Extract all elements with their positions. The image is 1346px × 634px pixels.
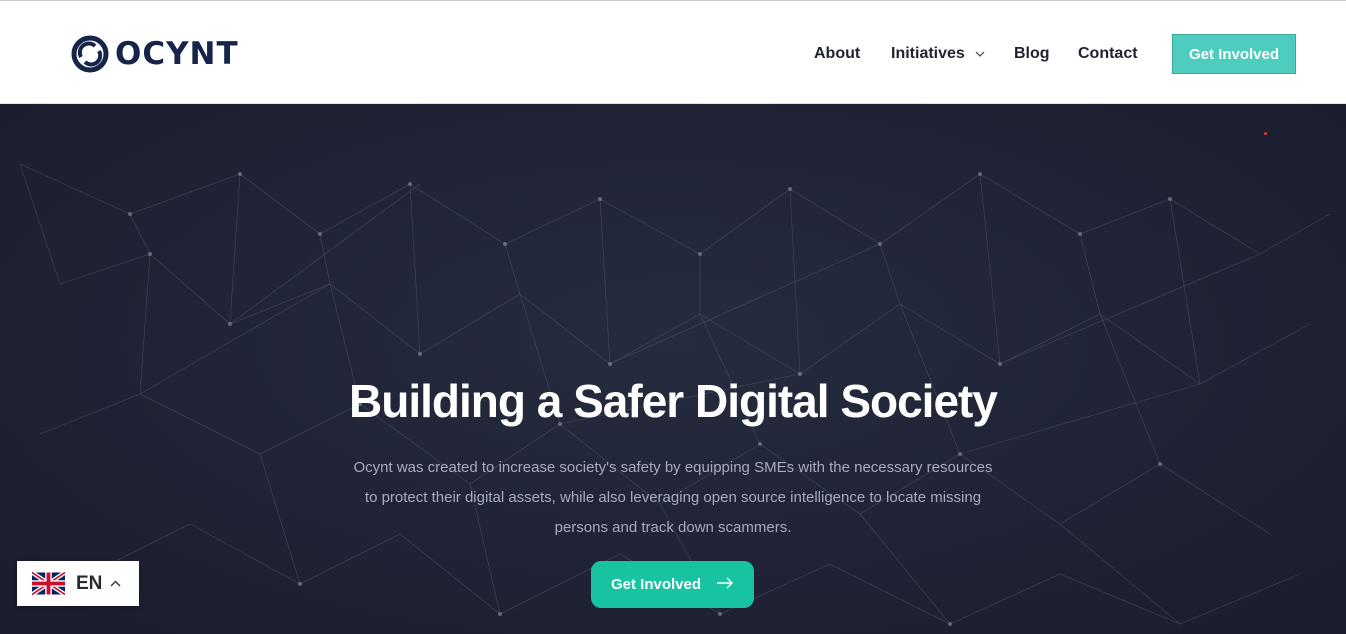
nav-item-about[interactable]: About <box>814 45 860 63</box>
chevron-down-icon <box>975 51 985 57</box>
nav-item-blog[interactable]: Blog <box>1014 45 1050 63</box>
nav-item-initiatives[interactable]: Initiatives <box>891 45 985 63</box>
chevron-up-icon <box>110 580 121 587</box>
get-involved-hero-button[interactable]: Get Involved <box>591 561 754 608</box>
get-involved-header-button[interactable]: Get Involved <box>1172 34 1296 74</box>
ocynt-logo-icon <box>71 35 109 73</box>
brand-name: OCYNT <box>115 36 239 72</box>
nav-item-initiatives-label: Initiatives <box>891 45 965 62</box>
hero-description: Ocynt was created to increase society's … <box>353 459 993 536</box>
site-header: OCYNT About Initiatives Blog Contact Get… <box>0 1 1346 104</box>
world-network-map-background <box>19 163 1331 626</box>
logo[interactable]: OCYNT <box>71 34 239 74</box>
uk-flag-icon <box>32 572 65 595</box>
hero-title: Building a Safer Digital Society <box>349 375 998 427</box>
language-switcher[interactable]: EN <box>17 561 139 606</box>
hero-section: Building a Safer Digital Society Ocynt w… <box>0 104 1346 634</box>
accent-dot <box>1264 132 1267 135</box>
language-code: EN <box>76 572 103 594</box>
get-involved-hero-label: Get Involved <box>611 576 702 593</box>
nav-item-contact[interactable]: Contact <box>1078 45 1138 63</box>
arrow-right-icon <box>717 577 733 589</box>
